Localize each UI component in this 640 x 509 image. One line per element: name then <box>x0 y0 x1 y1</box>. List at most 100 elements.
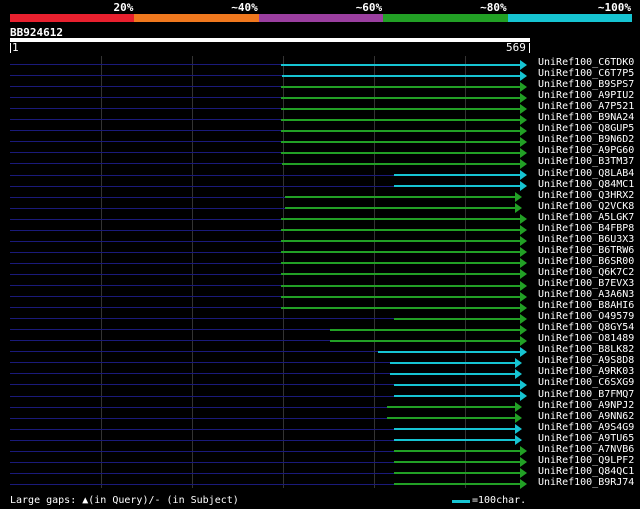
hit-bar[interactable] <box>394 483 520 486</box>
hit-bar[interactable] <box>394 395 520 397</box>
hit-bar[interactable] <box>394 461 520 464</box>
hit-bar[interactable] <box>282 74 520 77</box>
hit-label[interactable]: UniRef100_Q8LAB4 <box>538 168 634 179</box>
hit-arrow-icon <box>520 324 527 335</box>
hit-label[interactable]: UniRef100_A9PIU2 <box>538 90 634 101</box>
hit-track <box>10 218 281 220</box>
hit-bar[interactable] <box>281 85 520 88</box>
hit-bar[interactable] <box>281 229 520 232</box>
hit-label[interactable]: UniRef100_B8AHI6 <box>538 300 634 311</box>
hit-bar[interactable] <box>394 428 515 431</box>
hit-label[interactable]: UniRef100_Q9LPF2 <box>538 455 634 466</box>
hit-bar[interactable] <box>281 129 520 132</box>
hit-label[interactable]: UniRef100_B7FMQ7 <box>538 389 634 400</box>
hit-label[interactable]: UniRef100_Q84MC1 <box>538 179 634 190</box>
hit-label[interactable]: UniRef100_B8LK82 <box>538 344 634 355</box>
hit-bar[interactable] <box>394 174 520 176</box>
hit-label[interactable]: UniRef100_C6TDK0 <box>538 57 634 68</box>
hit-bar[interactable] <box>394 450 520 453</box>
hit-bar[interactable] <box>285 207 515 210</box>
hit-bar[interactable] <box>330 339 520 342</box>
hit-label[interactable]: UniRef100_B6U3X3 <box>538 234 634 245</box>
legend-label: 20% <box>113 1 134 14</box>
hit-arrow-icon <box>515 424 522 435</box>
hit-label[interactable]: UniRef100_A5LGK7 <box>538 212 634 223</box>
hit-bar[interactable] <box>281 151 520 154</box>
hit-bar[interactable] <box>378 350 520 353</box>
hit-label[interactable]: UniRef100_B6SR00 <box>538 256 634 267</box>
hit-track <box>10 307 281 309</box>
query-bar <box>10 38 530 42</box>
hit-track <box>10 296 281 298</box>
hit-bar[interactable] <box>281 63 520 66</box>
hit-bar[interactable] <box>281 295 520 298</box>
hit-label[interactable]: UniRef100_C6T7P5 <box>538 68 634 79</box>
hit-bar[interactable] <box>281 107 520 110</box>
hit-bar[interactable] <box>281 96 520 99</box>
hit-label[interactable]: UniRef100_Q6K7C2 <box>538 267 634 278</box>
hit-bar[interactable] <box>282 162 520 165</box>
hit-bar[interactable] <box>281 118 520 121</box>
hit-track <box>10 362 390 364</box>
hit-arrow-icon <box>520 81 527 92</box>
hit-arrow-icon <box>515 192 522 203</box>
hit-bar[interactable] <box>281 240 520 243</box>
hit-bar[interactable] <box>394 185 520 188</box>
hit-track <box>10 64 281 65</box>
hit-bar[interactable] <box>281 140 520 143</box>
hit-bar[interactable] <box>394 439 515 442</box>
hit-label[interactable]: UniRef100_B6TRW6 <box>538 245 634 256</box>
hit-label[interactable]: UniRef100_B7EVX3 <box>538 278 634 289</box>
hit-track <box>10 119 281 121</box>
hit-bar[interactable] <box>330 328 520 331</box>
hit-label[interactable]: UniRef100_A7NVB6 <box>538 444 634 455</box>
hit-label[interactable]: UniRef100_Q84QC1 <box>538 466 634 477</box>
hit-track <box>10 163 282 165</box>
hit-label[interactable]: UniRef100_O81489 <box>538 333 634 344</box>
hit-bar[interactable] <box>394 472 520 475</box>
hit-bar[interactable] <box>281 273 520 276</box>
hit-label[interactable]: UniRef100_A9TU65 <box>538 433 634 444</box>
legend-label: ~60% <box>355 1 383 14</box>
hit-label[interactable]: UniRef100_B9N6D2 <box>538 134 634 145</box>
hit-bar[interactable] <box>394 383 520 386</box>
hit-label[interactable]: UniRef100_O49579 <box>538 311 634 322</box>
hit-bar[interactable] <box>394 317 520 320</box>
hit-label[interactable]: UniRef100_B9RJ74 <box>538 477 634 488</box>
hit-label[interactable]: UniRef100_A9PG60 <box>538 145 634 156</box>
blast-hit-viewer: 20% ~40% ~60% ~80% ~100% BB924612 1 569 UniR… <box>0 0 640 509</box>
hit-track <box>10 439 394 441</box>
hit-label[interactable]: UniRef100_Q8GY54 <box>538 322 634 333</box>
hit-label[interactable]: UniRef100_Q2VCK8 <box>538 201 634 212</box>
hit-bar[interactable] <box>387 406 515 409</box>
hit-bar[interactable] <box>281 251 520 254</box>
hit-bar[interactable] <box>281 284 520 287</box>
gridline <box>283 56 284 488</box>
hit-label[interactable]: UniRef100_C6SXG9 <box>538 377 634 388</box>
hit-bar[interactable] <box>390 372 515 375</box>
hit-bar[interactable] <box>281 306 520 309</box>
hit-track <box>10 428 394 430</box>
hit-label[interactable]: UniRef100_B3TM37 <box>538 156 634 167</box>
hit-label[interactable]: UniRef100_A9NPJ2 <box>538 400 634 411</box>
hit-label[interactable]: UniRef100_A9NN62 <box>538 411 634 422</box>
hit-arrow-icon <box>520 335 527 346</box>
hit-bar[interactable] <box>281 262 520 265</box>
hit-label[interactable]: UniRef100_B4FBP8 <box>538 223 634 234</box>
hit-arrow-icon <box>515 357 522 368</box>
hit-track <box>10 351 378 353</box>
hit-label[interactable]: UniRef100_A9RK03 <box>538 366 634 377</box>
hit-arrow-icon <box>520 147 527 158</box>
hit-bar[interactable] <box>285 196 515 199</box>
hit-bar[interactable] <box>281 218 520 221</box>
hit-label[interactable]: UniRef100_A9S4G9 <box>538 422 634 433</box>
hit-label[interactable]: UniRef100_B9SPS7 <box>538 79 634 90</box>
hit-label[interactable]: UniRef100_Q3HRX2 <box>538 190 634 201</box>
hit-label[interactable]: UniRef100_Q8GUP5 <box>538 123 634 134</box>
hit-label[interactable]: UniRef100_A7P521 <box>538 101 634 112</box>
hit-label[interactable]: UniRef100_A3A6N3 <box>538 289 634 300</box>
hit-label[interactable]: UniRef100_B9NA24 <box>538 112 634 123</box>
hit-bar[interactable] <box>387 417 515 420</box>
hit-label[interactable]: UniRef100_A9S8D8 <box>538 355 634 366</box>
hit-bar[interactable] <box>390 361 515 364</box>
